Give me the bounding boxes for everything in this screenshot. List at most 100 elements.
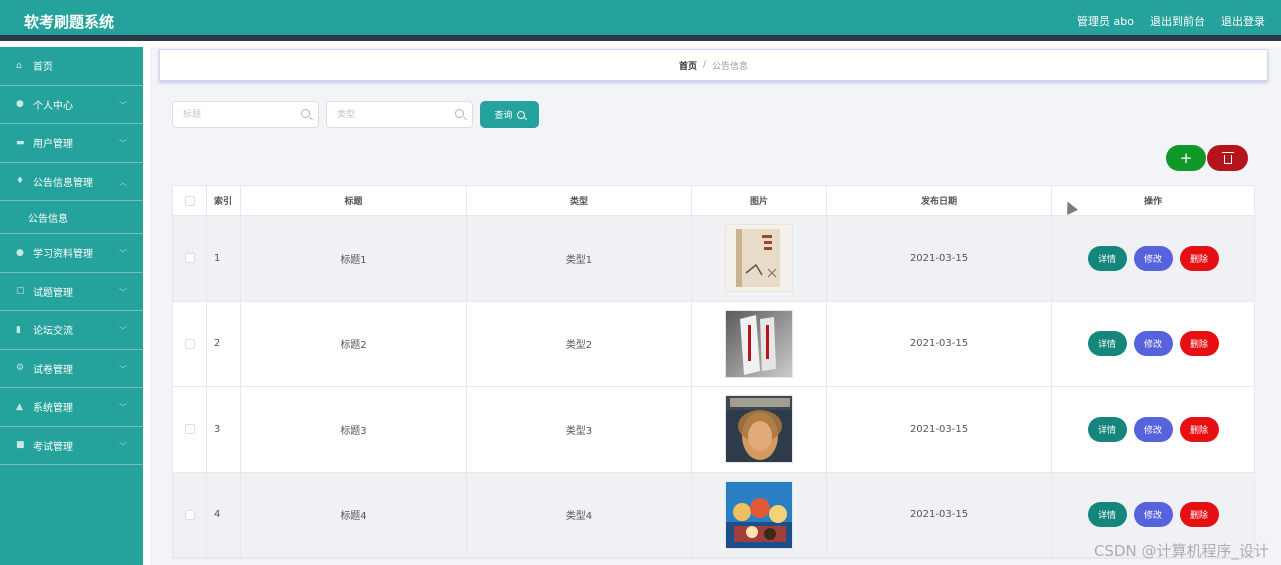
sidebar-item-label: 个人中心 <box>33 100 73 112</box>
row-index: 1 <box>207 216 241 301</box>
row-checkbox-cell <box>173 472 207 557</box>
exit-to-front-link[interactable]: 退出到前台 <box>1150 13 1205 29</box>
row-image-cell <box>692 301 827 386</box>
detail-button[interactable]: 详情 <box>1087 245 1127 271</box>
chevron-up-icon: ︿ <box>119 177 127 187</box>
sidebar-item-study-materials[interactable]: ● 学习资料管理 ﹀ <box>0 234 143 273</box>
delete-button[interactable]: 删除 <box>1179 331 1219 357</box>
edit-button[interactable]: 修改 <box>1133 331 1173 357</box>
sidebar-item-label: 论坛交流 <box>33 326 73 338</box>
type-search-input[interactable] <box>337 102 457 127</box>
chevron-down-icon: ﹀ <box>119 100 127 110</box>
notice-table: 索引 标题 类型 图片 发布日期 操作 1 标题1 类型1 2021-03-15… <box>172 185 1255 559</box>
sidebar-item-label: 公告信息管理 <box>33 177 93 189</box>
sidebar-item-label: 考试管理 <box>33 441 73 453</box>
header-image: 图片 <box>692 186 827 215</box>
mic-icon: ♦ <box>16 176 25 187</box>
select-all-checkbox[interactable] <box>184 195 195 206</box>
row-type: 类型1 <box>467 216 692 301</box>
watermark: CSDN @计算机程序_设计 <box>1093 542 1269 560</box>
row-ops: 详情 修改 删除 <box>1052 302 1254 387</box>
row-index: 2 <box>207 301 241 386</box>
table-header-row: 索引 标题 类型 图片 发布日期 操作 <box>173 186 1254 216</box>
row-title: 标题1 <box>241 216 467 301</box>
sidebar-item-exams[interactable]: ■ 考试管理 ﹀ <box>0 427 143 465</box>
book-mockup-image <box>725 309 793 378</box>
row-title: 标题4 <box>241 472 467 557</box>
query-button-label: 查询 <box>494 110 513 120</box>
breadcrumb-home[interactable]: 首页 <box>679 59 697 72</box>
delete-button[interactable]: 删除 <box>1179 416 1219 442</box>
row-checkbox-cell <box>173 387 207 472</box>
pin-icon: ● <box>16 247 24 258</box>
batch-delete-button[interactable] <box>1207 145 1248 171</box>
row-date: 2021-03-15 <box>827 387 1052 472</box>
row-title: 标题3 <box>241 387 467 472</box>
sidebar-item-forum[interactable]: ▮ 论坛交流 ﹀ <box>0 311 143 350</box>
header-checkbox-cell <box>173 186 207 215</box>
row-index: 3 <box>207 387 241 472</box>
sidebar-item-papers[interactable]: ⚙ 试卷管理 ﹀ <box>0 350 143 388</box>
add-button[interactable]: + <box>1166 145 1206 171</box>
row-ops: 详情 修改 删除 <box>1052 387 1254 472</box>
logout-link[interactable]: 退出登录 <box>1221 13 1265 29</box>
sidebar-item-users[interactable]: ▬ 用户管理 ﹀ <box>0 124 143 163</box>
copy-icon: ▢ <box>16 286 25 297</box>
delete-button[interactable]: 删除 <box>1179 502 1219 528</box>
header-index: 索引 <box>207 186 241 215</box>
sidebar-item-home[interactable]: ⌂ 首页 <box>0 47 143 86</box>
row-ops: 详情 修改 删除 <box>1052 216 1254 301</box>
edit-button[interactable]: 修改 <box>1133 502 1173 528</box>
row-checkbox-cell <box>173 301 207 386</box>
sidebar-item-label: 试卷管理 <box>33 364 73 376</box>
chart-icon: ▮ <box>16 324 21 335</box>
sidebar-subitem-notice[interactable]: 公告信息 <box>0 201 143 234</box>
edit-button[interactable]: 修改 <box>1133 416 1173 442</box>
row-date: 2021-03-15 <box>827 472 1052 557</box>
chevron-down-icon: ﹀ <box>119 403 127 412</box>
row-checkbox[interactable] <box>184 424 195 435</box>
detail-button[interactable]: 详情 <box>1087 502 1127 528</box>
row-checkbox[interactable] <box>184 253 195 264</box>
edit-button[interactable]: 修改 <box>1133 245 1173 271</box>
app-title: 软考刷题系统 <box>24 13 115 31</box>
row-type: 类型4 <box>467 472 692 557</box>
chevron-down-icon: ﹀ <box>119 139 127 148</box>
table-row: 1 标题1 类型1 2021-03-15 详情 修改 删除 <box>173 216 1254 302</box>
row-type: 类型2 <box>467 301 692 386</box>
sidebar-item-system[interactable]: ▲ 系统管理 ﹀ <box>0 388 143 427</box>
chevron-down-icon: ﹀ <box>119 441 127 451</box>
header-type: 类型 <box>467 186 692 215</box>
table-row: 4 标题4 类型4 2021-03-15 详情 修改 删除 <box>173 472 1254 558</box>
sidebar-item-label: 系统管理 <box>33 403 73 415</box>
query-button[interactable]: 查询 <box>480 101 539 128</box>
detail-button[interactable]: 详情 <box>1087 331 1127 357</box>
user-icon: ● <box>16 99 24 110</box>
search-icon <box>301 109 310 118</box>
sidebar-item-questions[interactable]: ▢ 试题管理 ﹀ <box>0 273 143 311</box>
admin-user-label[interactable]: 管理员 abo <box>1077 13 1134 29</box>
row-image-cell <box>692 472 827 557</box>
sidebar: ⌂ 首页 ● 个人中心 ﹀ ▬ 用户管理 ﹀ ♦ 公告信息管理 ︿ 公告信息 ●… <box>0 47 143 565</box>
users-icon: ▬ <box>16 137 25 148</box>
type-search-field <box>326 101 473 128</box>
magazine-cover-image <box>725 395 793 464</box>
row-date: 2021-03-15 <box>827 216 1052 301</box>
row-image-cell <box>692 216 827 301</box>
sidebar-item-profile[interactable]: ● 个人中心 ﹀ <box>0 86 143 124</box>
row-title: 标题2 <box>241 301 467 386</box>
title-search-input[interactable] <box>183 102 303 127</box>
row-index: 4 <box>207 472 241 557</box>
title-search-field <box>172 101 319 128</box>
row-checkbox[interactable] <box>184 338 195 349</box>
detail-button[interactable]: 详情 <box>1087 416 1127 442</box>
row-date: 2021-03-15 <box>827 301 1052 386</box>
sidebar-item-label: 试题管理 <box>33 287 73 299</box>
chevron-down-icon: ﹀ <box>119 364 127 374</box>
delete-button[interactable]: 删除 <box>1179 245 1219 271</box>
header-date: 发布日期 <box>827 186 1052 215</box>
sidebar-item-notice-management[interactable]: ♦ 公告信息管理 ︿ <box>0 163 143 201</box>
plus-icon: + <box>1179 149 1193 167</box>
row-checkbox[interactable] <box>184 509 195 520</box>
sidebar-item-label: 首页 <box>33 62 53 74</box>
